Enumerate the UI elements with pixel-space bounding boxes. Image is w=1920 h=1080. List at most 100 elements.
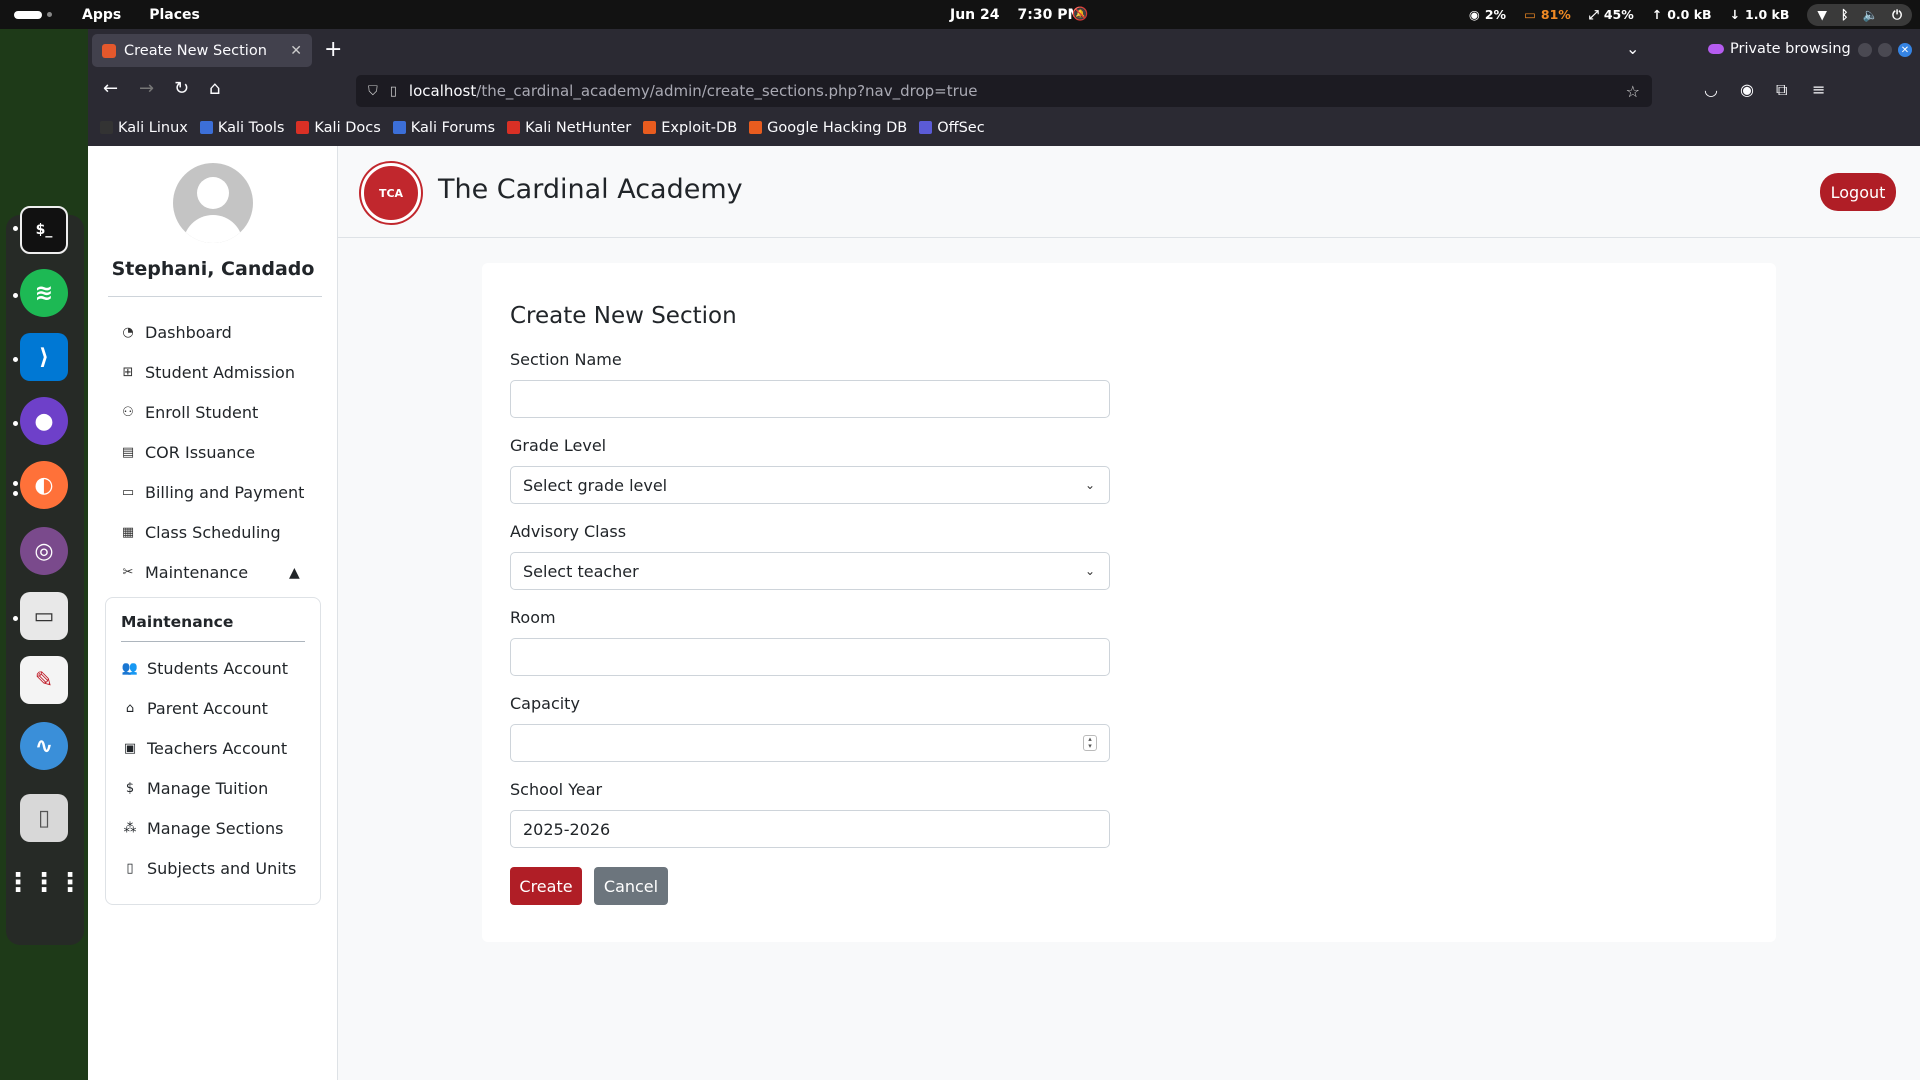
- terminal-icon[interactable]: $_: [20, 206, 68, 254]
- menu-icon[interactable]: ≡: [1812, 80, 1825, 99]
- room-label: Room: [510, 608, 556, 627]
- sidebar-item-label: Student Admission: [145, 363, 295, 382]
- sidebar-item-billing[interactable]: ▭ Billing and Payment: [119, 483, 305, 502]
- number-spinner-icon[interactable]: ▴ ▾: [1083, 735, 1097, 751]
- vscode-icon[interactable]: ⟩: [20, 333, 68, 381]
- bookmark-label: Kali NetHunter: [525, 119, 632, 136]
- minimize-icon[interactable]: [1858, 43, 1872, 57]
- sidebar-item-label: Parent Account: [147, 699, 268, 718]
- page-info-icon[interactable]: ▯: [390, 84, 397, 99]
- system-menu[interactable]: ▼ ᛒ 🔈 ⏻: [1807, 3, 1912, 26]
- document-icon: ▤: [121, 445, 135, 460]
- trash-icon[interactable]: ▯: [20, 794, 68, 842]
- firefox-icon[interactable]: ◐: [20, 461, 68, 509]
- cancel-button[interactable]: Cancel: [594, 867, 668, 905]
- logout-button[interactable]: Logout: [1820, 173, 1896, 211]
- bookmark-star-icon[interactable]: ☆: [1626, 82, 1640, 101]
- apps-menu[interactable]: Apps: [82, 7, 121, 23]
- bookmark-kali-forums[interactable]: Kali Forums: [392, 120, 495, 136]
- wifi-icon: ▼: [1817, 6, 1828, 22]
- home-icon[interactable]: ⌂: [209, 78, 220, 99]
- sidebar-item-label: COR Issuance: [145, 443, 256, 462]
- bookmark-favicon-icon: [919, 121, 933, 134]
- bookmark-exploit-db[interactable]: Exploit-DB: [643, 120, 737, 136]
- billing-icon: ▭: [121, 485, 135, 500]
- sidebar-item-maintenance[interactable]: ✂ Maintenance ▲: [119, 563, 319, 582]
- bluetooth-icon: ᛒ: [1841, 6, 1849, 22]
- bookmark-kali-nethunter[interactable]: Kali NetHunter: [507, 120, 631, 136]
- bookmark-favicon-icon: [100, 121, 113, 134]
- create-button[interactable]: Create: [510, 867, 582, 905]
- running-indicator: [13, 293, 18, 298]
- sidebar-item-student-admission[interactable]: ⊞ Student Admission: [119, 363, 295, 382]
- bookmark-favicon-icon: [296, 121, 310, 134]
- grade-level-select[interactable]: Select grade level ⌄: [510, 466, 1110, 504]
- avatar-head: [197, 177, 229, 209]
- bookmark-label: Exploit-DB: [661, 119, 738, 136]
- bookmark-label: Google Hacking DB: [767, 119, 908, 136]
- notifications-muted-icon[interactable]: 🔕: [1072, 7, 1088, 22]
- sidebar-item-manage-tuition[interactable]: $ Manage Tuition: [121, 779, 268, 798]
- chevron-down-icon: ⌄: [1084, 478, 1095, 492]
- sidebar-item-manage-sections[interactable]: ⁂ Manage Sections: [121, 819, 284, 838]
- bookmark-google-hacking-db[interactable]: Google Hacking DB: [749, 120, 907, 136]
- tools-icon: ✂: [122, 565, 134, 580]
- download-value: 1.0 kB: [1745, 7, 1790, 22]
- firefox-window: Create New Section ✕ + ⌄ Private browsin…: [88, 29, 1920, 1080]
- academy-logo: TCA: [361, 163, 421, 223]
- media-icon[interactable]: ◎: [20, 527, 68, 575]
- bookmark-kali-linux[interactable]: Kali Linux: [100, 120, 188, 136]
- caret-up-icon: ▲: [289, 564, 300, 581]
- divider: [108, 296, 322, 297]
- workspace-dot[interactable]: [47, 12, 52, 17]
- bookmark-offsec[interactable]: OffSec: [919, 120, 985, 136]
- sidebar-item-parent-account[interactable]: ⌂ Parent Account: [121, 699, 268, 718]
- app-grid-icon[interactable]: ⋮⋮⋮: [5, 859, 83, 907]
- sidebar-item-enroll-student[interactable]: ⚇ Enroll Student: [119, 403, 258, 422]
- room-input[interactable]: [510, 638, 1110, 676]
- close-tab-icon[interactable]: ✕: [290, 43, 302, 59]
- advisory-class-select[interactable]: Select teacher ⌄: [510, 552, 1110, 590]
- list-tabs-icon[interactable]: ⌄: [1626, 39, 1639, 58]
- sidebar-item-students-account[interactable]: 👥 Students Account: [121, 659, 288, 678]
- sidebar-item-label: Billing and Payment: [145, 483, 305, 502]
- school-year-input[interactable]: 2025-2026: [510, 810, 1110, 848]
- new-tab-icon[interactable]: +: [324, 37, 342, 62]
- account-icon[interactable]: ◉: [1740, 80, 1754, 99]
- bookmark-kali-docs[interactable]: Kali Docs: [296, 120, 381, 136]
- shield-icon[interactable]: ⛉: [368, 84, 378, 99]
- memory-status: ⤢ 45%: [1589, 7, 1634, 23]
- sidebar-item-class-scheduling[interactable]: ▦ Class Scheduling: [119, 523, 281, 542]
- places-menu[interactable]: Places: [149, 7, 200, 23]
- close-window-icon[interactable]: ✕: [1898, 43, 1912, 57]
- extensions-icon[interactable]: ⧉: [1776, 80, 1787, 100]
- github-icon[interactable]: ●: [20, 397, 68, 445]
- section-name-input[interactable]: [510, 380, 1110, 418]
- download-icon: ↓: [1729, 7, 1741, 22]
- spotify-icon[interactable]: ≋: [20, 269, 68, 317]
- private-browsing-indicator: Private browsing: [1708, 41, 1851, 57]
- bookmark-kali-tools[interactable]: Kali Tools: [199, 120, 284, 136]
- sidebar-item-label: Class Scheduling: [145, 523, 281, 542]
- tab-create-new-section[interactable]: Create New Section ✕: [92, 34, 312, 67]
- sidebar-item-cor-issuance[interactable]: ▤ COR Issuance: [119, 443, 255, 462]
- sidebar-item-subjects-and-units[interactable]: ▯ Subjects and Units: [121, 859, 296, 878]
- parent-icon: ⌂: [125, 701, 135, 716]
- files-icon[interactable]: ▭: [20, 592, 68, 640]
- capacity-input[interactable]: ▴ ▾: [510, 724, 1110, 762]
- bookmarks-toolbar: Kali Linux Kali Tools Kali Docs Kali Forums…: [88, 109, 1920, 146]
- back-icon[interactable]: ←: [103, 78, 118, 99]
- running-indicator: [13, 421, 18, 426]
- reload-icon[interactable]: ↻: [174, 78, 189, 99]
- sidebar-item-teachers-account[interactable]: ▣ Teachers Account: [121, 739, 287, 758]
- forward-icon[interactable]: →: [139, 78, 154, 99]
- workspace-indicator[interactable]: [14, 10, 42, 19]
- wireshark-icon[interactable]: ∿: [20, 722, 68, 770]
- pocket-icon[interactable]: ◡: [1704, 80, 1718, 99]
- sidebar-item-label: Manage Tuition: [147, 779, 269, 798]
- url-bar[interactable]: ⛉ ▯ localhost/the_cardinal_academy/admin…: [356, 75, 1652, 107]
- text-editor-icon[interactable]: ✎: [20, 656, 68, 704]
- maximize-icon[interactable]: [1878, 43, 1892, 57]
- avatar: [173, 163, 253, 243]
- sidebar-item-dashboard[interactable]: ◔ Dashboard: [119, 323, 231, 342]
